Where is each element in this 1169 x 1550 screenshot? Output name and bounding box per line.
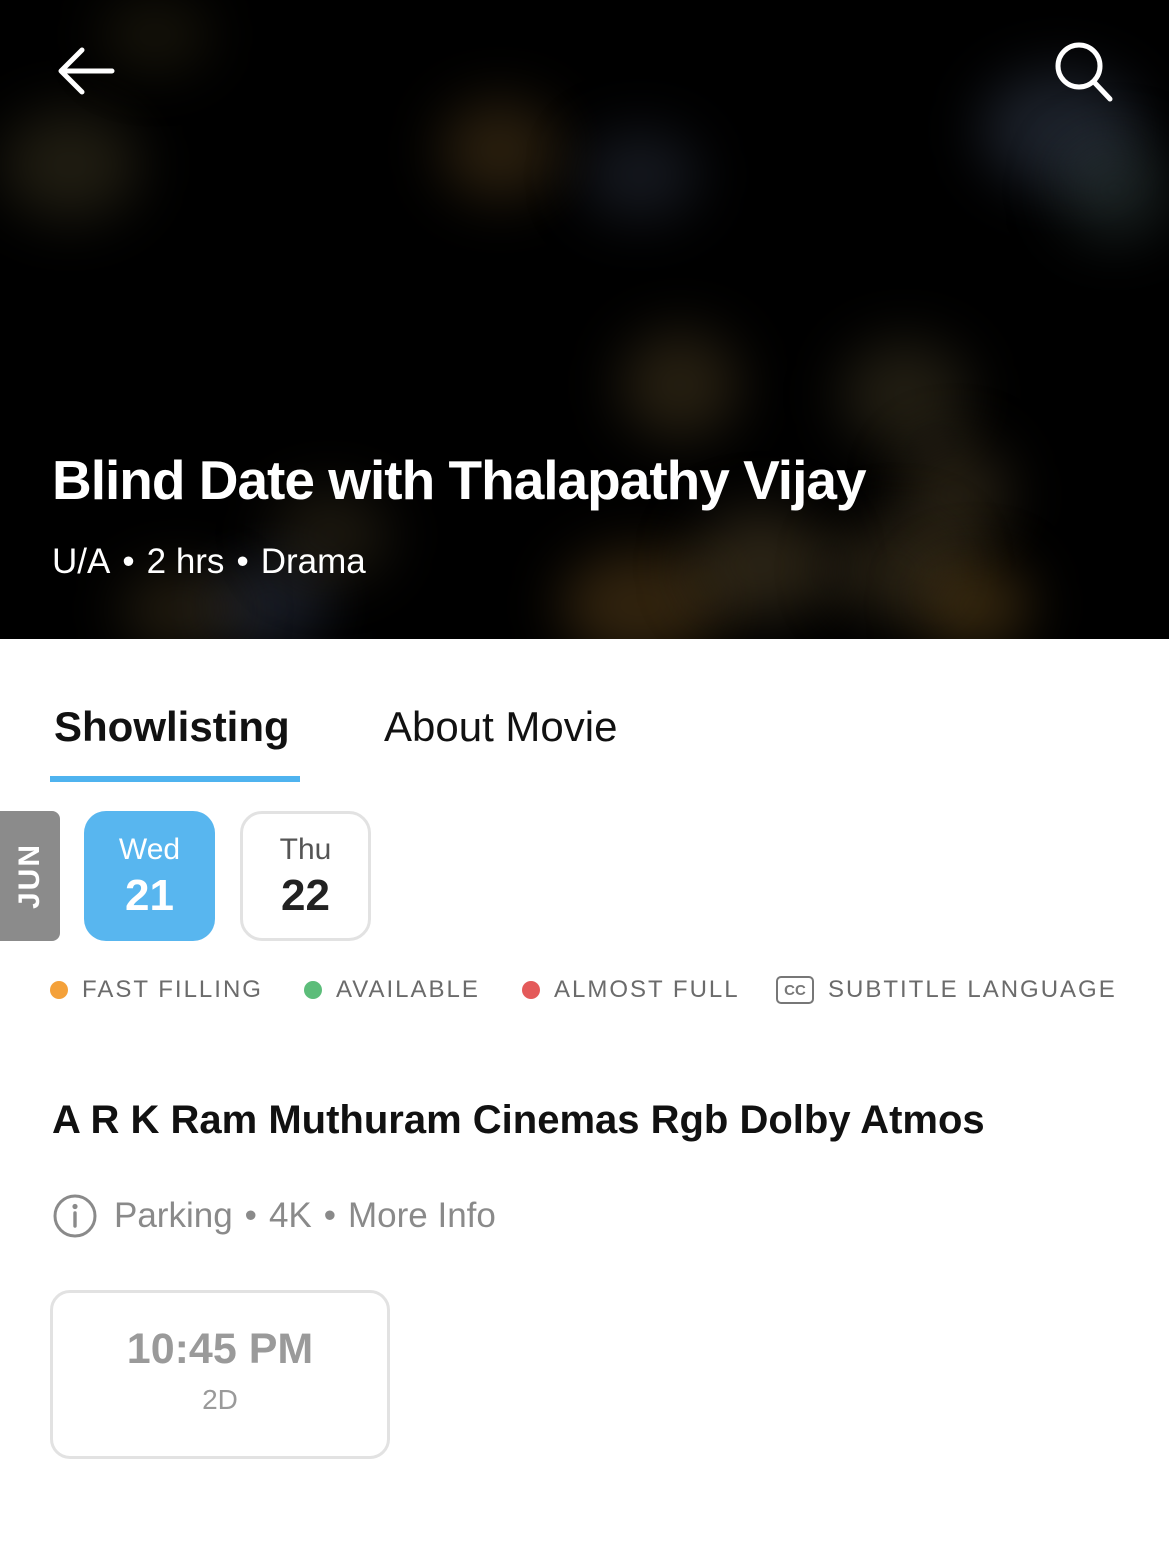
tab-bar: Showlisting About Movie (0, 639, 1169, 784)
legend-label: AVAILABLE (336, 976, 480, 1003)
legend-almost-full: ALMOST FULL (522, 976, 740, 1004)
tab-showlisting[interactable]: Showlisting (54, 703, 290, 751)
date-chip-wed-21[interactable]: Wed 21 (84, 811, 215, 941)
date-chip-thu-22[interactable]: Thu 22 (240, 811, 371, 941)
movie-duration: 2 hrs (146, 542, 225, 581)
month-text: JUN (13, 842, 47, 910)
closed-caption-icon: CC (776, 976, 814, 1004)
movie-genre: Drama (260, 542, 366, 581)
date-day-of-week: Thu (279, 833, 332, 866)
legend-label: SUBTITLE LANGUAGE (828, 976, 1117, 1003)
back-button[interactable] (52, 40, 120, 102)
legend-label: ALMOST FULL (554, 976, 740, 1003)
bokeh-light (1060, 140, 1169, 240)
available-dot-icon (304, 981, 322, 999)
bokeh-light (920, 560, 1030, 639)
legend-fast-filling: FAST FILLING (50, 976, 263, 1004)
date-day-of-week: Wed (118, 833, 181, 866)
info-separator: • (244, 1196, 257, 1235)
legend-available: AVAILABLE (304, 976, 480, 1004)
movie-meta: U/A • 2 hrs • Drama (52, 542, 366, 582)
month-label: JUN (0, 811, 60, 941)
amenity-parking: Parking (114, 1196, 233, 1235)
bokeh-light (0, 110, 140, 220)
showtime-button[interactable]: 10:45 PM 2D (50, 1290, 390, 1459)
date-day-number: 21 (125, 871, 174, 920)
cinema-name[interactable]: A R K Ram Muthuram Cinemas Rgb Dolby Atm… (52, 1098, 1132, 1143)
bokeh-light (690, 510, 830, 620)
meta-separator: • (122, 542, 135, 581)
bokeh-light (580, 130, 700, 220)
showtime-format: 2D (202, 1384, 238, 1415)
meta-separator: • (236, 542, 249, 581)
fast-filling-dot-icon (50, 981, 68, 999)
search-icon (1055, 42, 1113, 102)
info-separator: • (323, 1196, 337, 1235)
amenity-4k: 4K (268, 1196, 312, 1235)
date-day-number: 22 (281, 871, 330, 920)
bokeh-light (840, 340, 970, 450)
legend-subtitle-language: CC SUBTITLE LANGUAGE (776, 976, 1117, 1004)
movie-hero-banner: Blind Date with Thalapathy Vijay U/A • 2 h… (0, 0, 1169, 639)
certificate-rating: U/A (52, 542, 111, 581)
tab-about-movie[interactable]: About Movie (384, 703, 617, 751)
active-tab-indicator (50, 776, 300, 782)
bokeh-light (620, 330, 740, 440)
movie-title: Blind Date with Thalapathy Vijay (52, 449, 867, 511)
cinema-info-row: Parking • 4K • More Info (52, 1192, 496, 1240)
almost-full-dot-icon (522, 981, 540, 999)
info-icon[interactable] (52, 1193, 98, 1239)
legend-label: FAST FILLING (82, 976, 263, 1003)
more-info-link[interactable]: More Info (348, 1196, 496, 1236)
search-button[interactable] (1048, 36, 1120, 108)
availability-legend: FAST FILLING AVAILABLE ALMOST FULL CC SU… (50, 976, 1130, 1010)
showtime-time: 10:45 PM (126, 1325, 314, 1373)
bokeh-light (440, 100, 560, 200)
arrow-left-icon (58, 47, 115, 95)
